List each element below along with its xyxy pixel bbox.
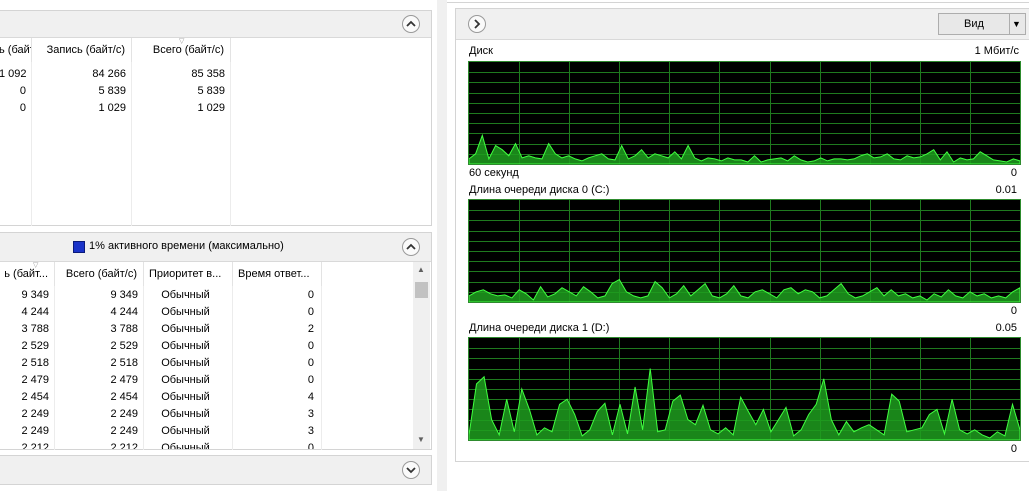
vertical-scrollbar[interactable]: ▲ ▼ bbox=[413, 262, 430, 449]
scroll-down-arrow-icon[interactable]: ▼ bbox=[417, 436, 425, 444]
table-row[interactable]: 4 244 4 244 Обычный 0 bbox=[0, 304, 323, 321]
chevron-up-icon bbox=[406, 20, 416, 27]
collapse-top-panel-button[interactable] bbox=[402, 15, 420, 33]
top-table-header: ь (байт/с) Запись (байт/с) Всего (байт/с… bbox=[0, 38, 231, 62]
graph-min-label: 0 bbox=[1010, 305, 1017, 317]
view-dropdown[interactable]: Вид ▼ bbox=[938, 13, 1026, 35]
scroll-up-arrow-icon[interactable]: ▲ bbox=[417, 266, 425, 274]
table-row[interactable]: 9 349 9 349 Обычный 0 bbox=[0, 287, 323, 304]
graph-min-label: 0 bbox=[1010, 443, 1017, 455]
table-row[interactable]: 2 249 2 249 Обычный 3 bbox=[0, 406, 323, 423]
activity-color-indicator bbox=[73, 241, 85, 253]
table-row[interactable]: 2 249 2 249 Обычный 3 bbox=[0, 423, 323, 440]
dropdown-arrow-icon[interactable]: ▼ bbox=[1012, 14, 1021, 34]
chevron-down-icon bbox=[406, 467, 416, 474]
column-write-bytes[interactable]: ь (байт... bbox=[0, 262, 55, 286]
graph-canvas bbox=[469, 62, 1020, 164]
column-io-priority[interactable]: Приоритет в... bbox=[144, 262, 233, 286]
sort-down-icon: ▽ bbox=[33, 262, 39, 269]
right-top-line bbox=[447, 2, 1029, 3]
collapse-disk-panel-button[interactable] bbox=[402, 238, 420, 256]
column-response-time[interactable]: Время ответ... bbox=[233, 262, 322, 286]
graphs-panel: Вид ▼ Диск 1 Мбит/с 60 секунд 0 Длина оч… bbox=[455, 8, 1029, 462]
chevron-right-icon bbox=[474, 19, 481, 29]
column-total-bytes[interactable]: Всего (байт/с) bbox=[55, 262, 144, 286]
top-io-panel: ь (байт/с) Запись (байт/с) Всего (байт/с… bbox=[0, 10, 432, 226]
table-row[interactable]: 0 5 839 5 839 bbox=[0, 83, 231, 100]
table-row[interactable]: 1 092 84 266 85 358 bbox=[0, 66, 231, 83]
expand-panel-button[interactable] bbox=[402, 461, 420, 479]
queue-length-c-graph bbox=[468, 199, 1021, 303]
graph-title: Длина очереди диска 1 (D:) bbox=[469, 322, 610, 334]
active-time-label: 1% активного времени (максимально) bbox=[89, 240, 284, 252]
graph-series-area bbox=[469, 133, 1020, 164]
graph-max-label: 0.05 bbox=[995, 322, 1017, 334]
scrollbar-thumb[interactable] bbox=[415, 282, 428, 298]
table-row[interactable]: 2 479 2 479 Обычный 0 bbox=[0, 372, 323, 389]
view-button-label: Вид bbox=[964, 18, 984, 30]
hide-graphs-button[interactable] bbox=[468, 15, 486, 33]
sort-down-icon: ▽ bbox=[179, 38, 185, 45]
graph-time-span-label: 60 секунд bbox=[469, 167, 519, 179]
table-row[interactable]: 2 529 2 529 Обычный 0 bbox=[0, 338, 323, 355]
chevron-up-icon bbox=[406, 243, 416, 250]
disk-transfer-graph bbox=[468, 61, 1021, 165]
disk-activity-panel: 1% активного времени (максимально) ь (ба… bbox=[0, 232, 432, 450]
table-row[interactable]: 0 1 029 1 029 bbox=[0, 100, 231, 117]
graph-canvas bbox=[469, 338, 1020, 440]
table-row[interactable]: 2 518 2 518 Обычный 0 bbox=[0, 355, 323, 372]
table-row[interactable]: 2 454 2 454 Обычный 4 bbox=[0, 389, 323, 406]
graph-title: Длина очереди диска 0 (C:) bbox=[469, 184, 610, 196]
table-row[interactable]: 2 212 2 212 Обычный 0 bbox=[0, 440, 323, 449]
table-row[interactable]: 3 788 3 788 Обычный 2 bbox=[0, 321, 323, 338]
splitter[interactable] bbox=[437, 0, 447, 491]
column-read-bytes[interactable]: ь (байт/с) bbox=[0, 38, 32, 62]
disk-table-body: 9 349 9 349 Обычный 0 4 244 4 244 Обычны… bbox=[0, 287, 323, 449]
graph-min-label: 0 bbox=[1010, 167, 1017, 179]
graph-canvas bbox=[469, 200, 1020, 302]
collapsed-panel bbox=[0, 455, 432, 485]
disk-table-header: ь (байт... Всего (байт/с) Приоритет в...… bbox=[0, 262, 323, 286]
graph-max-label: 0.01 bbox=[995, 184, 1017, 196]
graph-max-label: 1 Мбит/с bbox=[974, 45, 1019, 57]
queue-length-d-graph bbox=[468, 337, 1021, 441]
top-panel-header bbox=[0, 11, 431, 38]
column-write-bytes[interactable]: Запись (байт/с) bbox=[32, 38, 132, 62]
graph-title: Диск bbox=[469, 45, 493, 57]
